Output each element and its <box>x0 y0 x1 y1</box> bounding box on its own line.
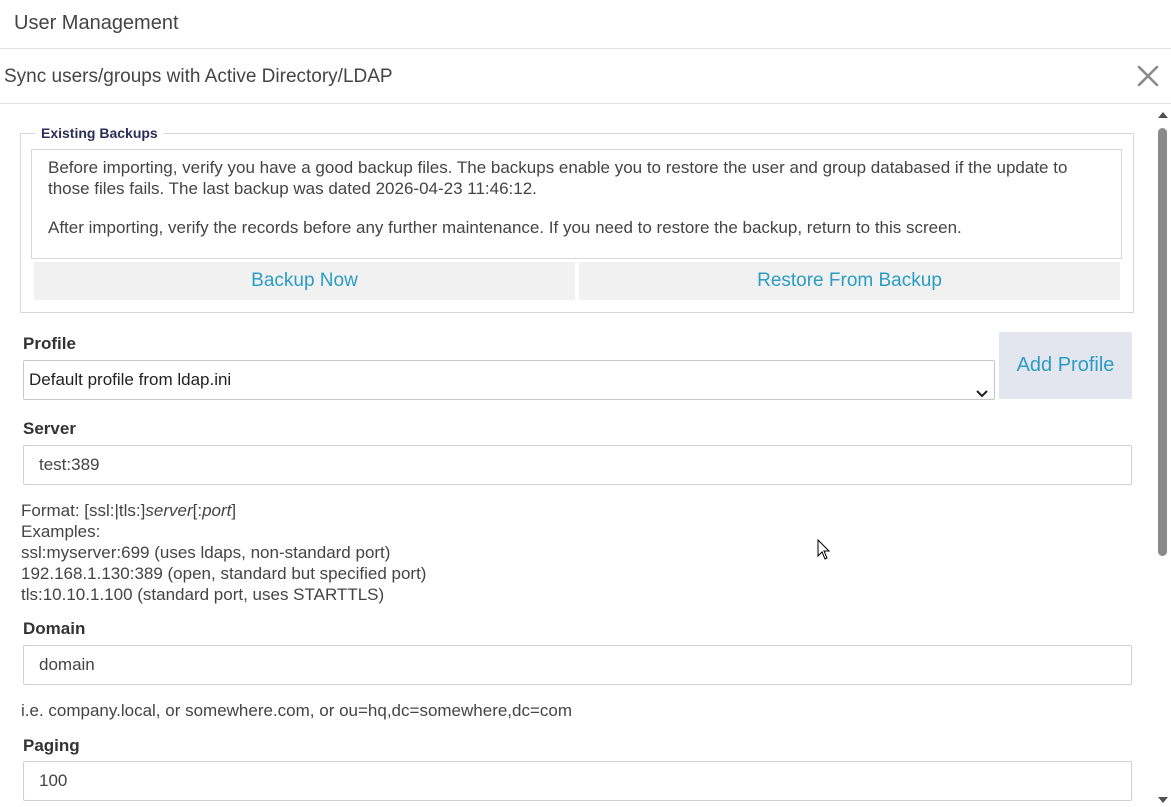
vertical-scrollbar[interactable] <box>1154 104 1171 807</box>
dialog-body: Existing Backups Before importing, verif… <box>0 104 1171 807</box>
profile-label: Profile <box>23 334 76 353</box>
profile-select[interactable]: Default profile from ldap.ini <box>23 360 995 400</box>
scrollbar-thumb[interactable] <box>1158 128 1167 556</box>
scroll-up-icon[interactable] <box>1158 112 1168 118</box>
existing-backups-legend: Existing Backups <box>41 125 158 141</box>
scroll-down-icon[interactable] <box>1158 797 1168 803</box>
chevron-down-icon <box>976 375 988 398</box>
format-suffix: ] <box>231 501 237 520</box>
example-item: tls:10.10.1.100 (standard port, uses STA… <box>21 585 385 604</box>
paging-label: Paging <box>23 736 80 755</box>
backup-info-text: Before importing, verify you have a good… <box>48 158 1068 198</box>
example-item: ssl:myserver:699 (uses ldaps, non-standa… <box>21 543 391 562</box>
app-header: User Management <box>0 0 1171 49</box>
paging-input[interactable]: 100 <box>23 761 1132 801</box>
examples-title: Examples: <box>21 522 101 541</box>
format-port: port <box>202 501 232 520</box>
dialog-title: Sync users/groups with Active Directory/… <box>4 66 393 87</box>
mouse-cursor-icon <box>817 539 831 560</box>
restore-from-backup-button[interactable]: Restore From Backup <box>579 262 1120 300</box>
app-title: User Management <box>14 12 179 34</box>
backup-info-box: Before importing, verify you have a good… <box>31 149 1122 259</box>
profile-select-value: Default profile from ldap.ini <box>29 370 232 389</box>
format-prefix: Format: [ssl:|tls:] <box>21 501 146 520</box>
dialog-header: Sync users/groups with Active Directory/… <box>0 50 1171 104</box>
close-icon[interactable] <box>1135 63 1161 89</box>
backup-now-button[interactable]: Backup Now <box>34 262 575 300</box>
server-format-help: Format: [ssl:|tls:]server[:port] <box>21 500 236 521</box>
example-item: 192.168.1.130:389 (open, standard but sp… <box>21 564 427 583</box>
add-profile-button[interactable]: Add Profile <box>999 332 1132 399</box>
domain-help: i.e. company.local, or somewhere.com, or… <box>21 701 573 720</box>
domain-label: Domain <box>23 619 86 638</box>
domain-input[interactable]: domain <box>23 645 1132 685</box>
server-input[interactable]: test:389 <box>23 445 1132 485</box>
format-server: server <box>145 501 193 520</box>
backup-instructions-text: After importing, verify the records befo… <box>48 218 962 237</box>
format-mid: [: <box>192 501 203 520</box>
server-label: Server <box>23 419 76 438</box>
